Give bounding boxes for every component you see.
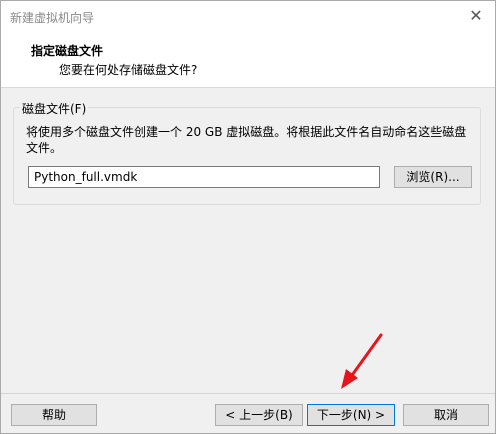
wizard-window: 新建虚拟机向导 ✕ 指定磁盘文件 您要在何处存储磁盘文件? 磁盘文件(F) 将使…: [0, 0, 496, 434]
disk-file-group: 磁盘文件(F) 将使用多个磁盘文件创建一个 20 GB 虚拟磁盘。将根据此文件名…: [13, 100, 481, 205]
disk-file-group-label: 磁盘文件(F): [20, 100, 89, 117]
page-title: 指定磁盘文件: [31, 44, 104, 58]
wizard-header: 指定磁盘文件 您要在何处存储磁盘文件?: [1, 31, 495, 88]
window-title: 新建虚拟机向导: [10, 11, 95, 25]
next-button[interactable]: 下一步(N) >: [307, 404, 395, 426]
help-button[interactable]: 帮助: [11, 404, 97, 426]
back-button[interactable]: < 上一步(B): [215, 404, 303, 426]
disk-filename-input[interactable]: [28, 166, 380, 188]
disk-file-description: 将使用多个磁盘文件创建一个 20 GB 虚拟磁盘。将根据此文件名自动命名这些磁盘…: [26, 125, 467, 155]
close-icon[interactable]: ✕: [465, 5, 487, 27]
footer-divider: [1, 393, 495, 394]
browse-button[interactable]: 浏览(R)...: [394, 166, 472, 188]
title-bar: 新建虚拟机向导 ✕: [1, 1, 495, 31]
page-subtitle: 您要在何处存储磁盘文件?: [59, 63, 198, 77]
cancel-button[interactable]: 取消: [403, 404, 489, 426]
